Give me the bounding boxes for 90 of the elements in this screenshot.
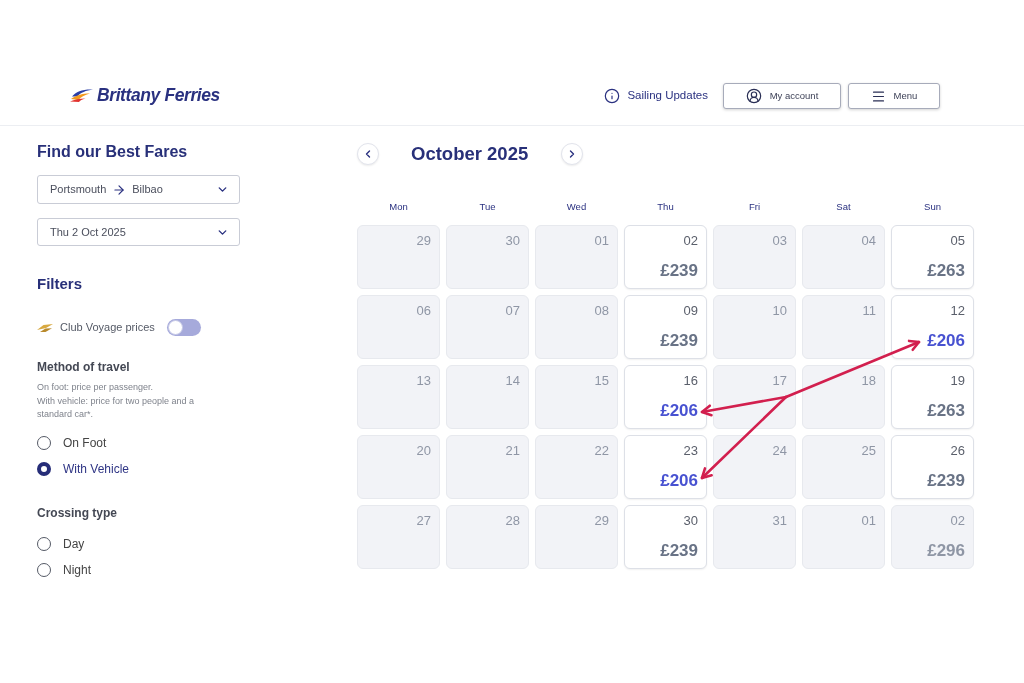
filter-description: On foot: price per passenger. With vehicle: price for two people and a standard car*. [37, 381, 196, 421]
fare-price: £239 [927, 471, 965, 491]
day-number: 15 [594, 373, 609, 389]
radio-label: With Vehicle [63, 460, 130, 478]
calendar-day[interactable]: 23 £206 [624, 435, 707, 499]
calendar-day[interactable]: 16 £206 [624, 365, 707, 429]
filter-group-title: Method of travel [37, 360, 131, 374]
weekday-label: Wed [566, 201, 587, 213]
day-number: 27 [416, 513, 431, 529]
day-number: 30 [683, 513, 698, 529]
menu-button[interactable]: Menu [848, 83, 940, 109]
day-number: 21 [505, 443, 520, 459]
club-voyage-toggle[interactable] [166, 319, 201, 336]
weekday-label: Fri [748, 201, 761, 213]
fare-price: £239 [660, 261, 698, 281]
month-title: October 2025 [411, 143, 530, 165]
fares-title: Find our Best Fares [37, 142, 189, 162]
calendar-day[interactable]: 09 £239 [624, 295, 707, 359]
day-number: 23 [683, 443, 698, 459]
calendar-day[interactable]: 26 £239 [891, 435, 974, 499]
club-swoosh-icon [37, 323, 53, 332]
day-number: 20 [416, 443, 431, 459]
filters-title: Filters [37, 274, 83, 294]
weekday-label: Sun [924, 201, 941, 213]
calendar-day[interactable]: 02 £239 [624, 225, 707, 289]
day-number: 10 [772, 303, 787, 319]
day-number: 28 [505, 513, 520, 529]
day-number: 11 [862, 303, 876, 319]
weekday-label: Sat [836, 201, 851, 213]
user-circle-icon [745, 88, 762, 104]
day-number: 29 [416, 233, 431, 249]
weekday-label: Mon [389, 201, 408, 213]
calendar-day[interactable]: 05 £263 [891, 225, 974, 289]
day-number: 07 [505, 303, 520, 319]
weekday-label: Thu [657, 201, 674, 213]
day-number: 29 [594, 513, 609, 529]
fare-price: £296 [927, 541, 965, 561]
info-icon [604, 88, 621, 104]
day-number: 16 [683, 373, 698, 389]
fare-price: £263 [927, 261, 965, 281]
calendar-day[interactable]: 19 £263 [891, 365, 974, 429]
day-number: 12 [950, 303, 965, 319]
day-number: 02 [683, 233, 698, 249]
radio-button[interactable] [37, 536, 51, 551]
radio-label: Night [63, 561, 91, 579]
day-number: 24 [772, 443, 787, 459]
fare-price: £206 [660, 401, 698, 421]
account-button[interactable]: My account [723, 83, 841, 109]
calendar-day[interactable]: 30 £239 [624, 505, 707, 569]
weekday-label: Tue [479, 201, 496, 213]
club-voyage-label: Club Voyage prices [60, 320, 155, 336]
day-number: 17 [772, 373, 787, 389]
radio-label: Day [63, 535, 85, 553]
fare-price: £263 [927, 401, 965, 421]
fare-price: £206 [660, 471, 698, 491]
day-number: 30 [505, 233, 520, 249]
day-number: 03 [772, 233, 787, 249]
day-number: 26 [950, 443, 965, 459]
radio-button[interactable] [37, 435, 51, 450]
day-number: 01 [594, 233, 609, 249]
radio-label: On Foot [63, 434, 107, 452]
logo-swoosh-icon [70, 88, 93, 102]
day-number: 22 [594, 443, 609, 459]
day-number: 06 [416, 303, 431, 319]
radio-button[interactable] [37, 562, 51, 577]
day-number: 31 [772, 513, 787, 529]
route-select[interactable]: Portsmouth Bilbao [37, 175, 240, 204]
calendar-day[interactable]: 12 £206 [891, 295, 974, 359]
updates-link[interactable]: Sailing Updates [604, 87, 708, 105]
filter-group-title: Crossing type [37, 505, 118, 520]
fare-price: £239 [660, 331, 698, 351]
fare-price: £206 [927, 331, 965, 351]
date-select[interactable]: Thu 2 Oct 2025 [37, 218, 240, 246]
day-number: 04 [861, 233, 876, 249]
day-number: 08 [594, 303, 609, 319]
day-number: 14 [505, 373, 520, 389]
radio-button[interactable] [37, 461, 51, 476]
day-number: 18 [861, 373, 876, 389]
menu-icon [870, 88, 886, 104]
previous-month-button[interactable] [357, 143, 379, 165]
day-number: 13 [416, 373, 431, 389]
brand-logo-text: Brittany Ferries [97, 85, 220, 105]
day-number: 19 [950, 373, 965, 389]
fare-price: £239 [660, 541, 698, 561]
next-month-button[interactable] [561, 143, 583, 165]
day-number: 09 [683, 303, 698, 319]
day-number: 05 [950, 233, 965, 249]
day-number: 01 [861, 513, 876, 529]
day-number: 25 [861, 443, 876, 459]
day-number: 02 [950, 513, 965, 529]
